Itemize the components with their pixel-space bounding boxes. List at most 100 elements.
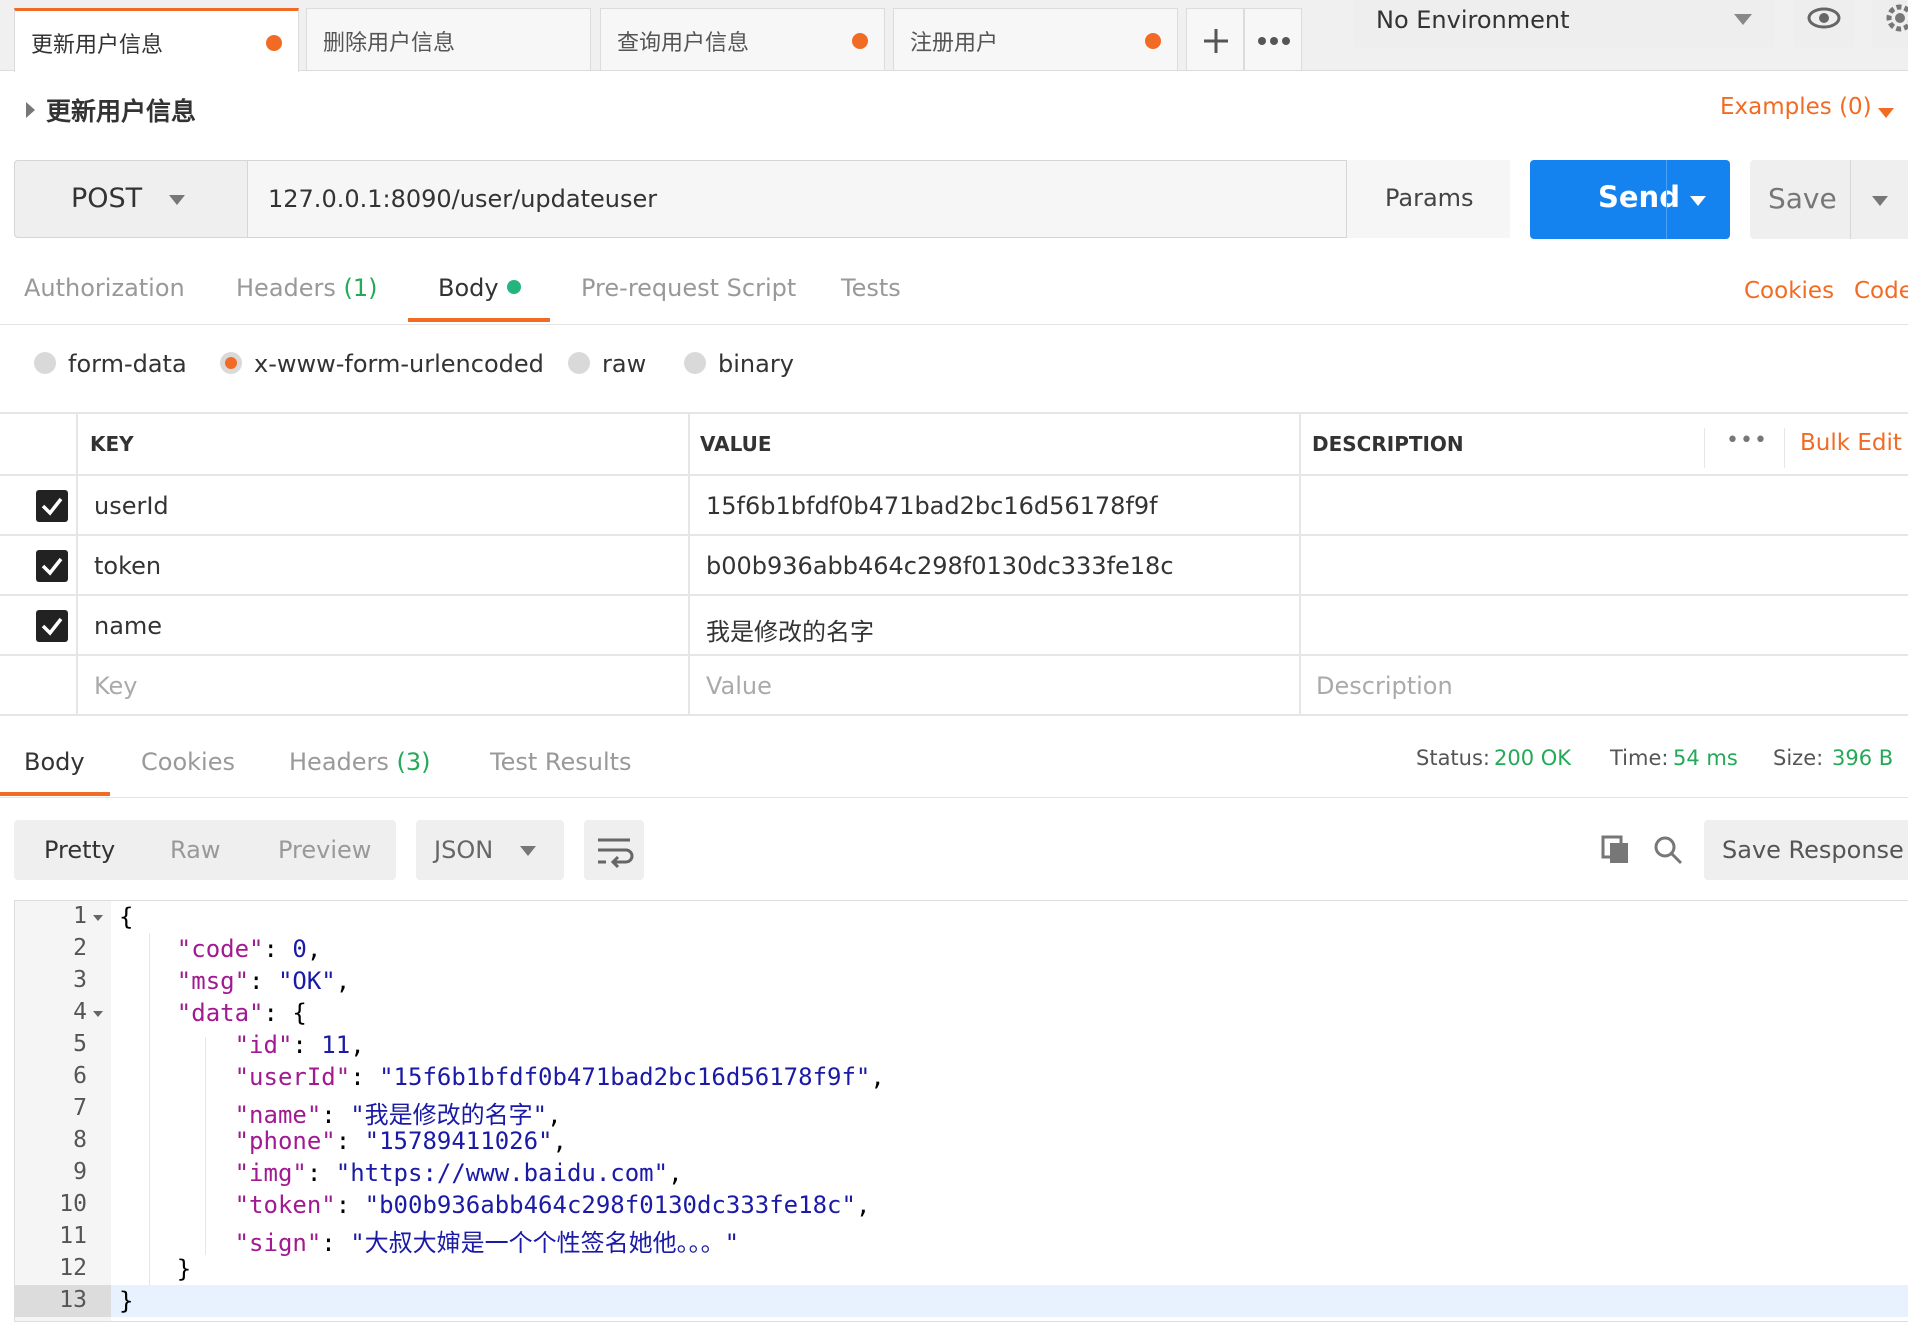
code-line: "code": 0, bbox=[176, 935, 322, 963]
code-line: "msg": "OK", bbox=[176, 967, 351, 995]
eye-icon bbox=[1807, 7, 1841, 29]
status-label: Status: bbox=[1416, 746, 1490, 770]
new-description-input[interactable]: Description bbox=[1316, 672, 1453, 700]
response-tab-body[interactable]: Body bbox=[24, 748, 85, 776]
chevron-down-icon[interactable] bbox=[1872, 196, 1888, 206]
chevron-down-icon[interactable] bbox=[1878, 108, 1894, 118]
fold-arrow-icon[interactable] bbox=[93, 915, 103, 921]
response-tab-cookies[interactable]: Cookies bbox=[141, 748, 235, 776]
json-value: "15f6b1bfdf0b471bad2bc16d56178f9f" bbox=[379, 1063, 871, 1091]
param-key-cell[interactable]: userId bbox=[94, 492, 169, 520]
tab-headers[interactable]: Headers (1) bbox=[236, 274, 378, 302]
view-preview-button[interactable]: Preview bbox=[278, 836, 371, 864]
param-key-cell[interactable]: token bbox=[94, 552, 161, 580]
fold-arrow-icon[interactable] bbox=[93, 1011, 103, 1017]
url-input[interactable] bbox=[248, 161, 1346, 237]
row-enabled-checkbox[interactable] bbox=[36, 610, 68, 642]
manage-environments-button[interactable] bbox=[1872, 0, 1908, 48]
json-key: "name" bbox=[234, 1101, 322, 1129]
headers-count: (1) bbox=[343, 274, 378, 302]
line-number: 3 bbox=[73, 967, 87, 993]
table-options-button[interactable]: ••• bbox=[1726, 428, 1768, 453]
view-raw-button[interactable]: Raw bbox=[170, 836, 220, 864]
code-line: "id": 11, bbox=[234, 1031, 365, 1059]
cookies-link[interactable]: Cookies bbox=[1744, 278, 1834, 304]
unsaved-dot-icon bbox=[852, 33, 868, 49]
row-enabled-checkbox[interactable] bbox=[36, 490, 68, 522]
table-border bbox=[688, 412, 690, 716]
request-tab-delete-user[interactable]: 删除用户信息 bbox=[306, 8, 591, 70]
environment-quick-look-button[interactable] bbox=[1794, 0, 1854, 48]
line-number: 10 bbox=[59, 1191, 87, 1217]
copy-icon[interactable] bbox=[1600, 834, 1632, 870]
method-label: POST bbox=[71, 183, 143, 214]
line-number: 1 bbox=[73, 903, 87, 929]
row-enabled-checkbox[interactable] bbox=[36, 550, 68, 582]
param-value-cell[interactable]: b00b936abb464c298f0130dc333fe18c bbox=[706, 552, 1174, 580]
request-tab-update-user[interactable]: 更新用户信息 bbox=[14, 8, 299, 72]
code-line: } bbox=[176, 1255, 192, 1283]
format-select[interactable]: JSON bbox=[416, 820, 564, 880]
param-value-cell[interactable]: 我是修改的名字 bbox=[706, 612, 874, 647]
new-value-input[interactable]: Value bbox=[706, 672, 772, 700]
response-body-viewer[interactable]: 1 2 3 4 5 6 7 8 9 10 11 12 13 { "code": … bbox=[14, 900, 1908, 1322]
param-key-cell[interactable]: name bbox=[94, 612, 162, 640]
save-response-button[interactable]: Save Response bbox=[1704, 820, 1908, 880]
request-name: 更新用户信息 bbox=[46, 97, 197, 126]
request-tab-query-user[interactable]: 查询用户信息 bbox=[600, 8, 885, 70]
search-icon[interactable] bbox=[1652, 834, 1684, 870]
wrap-lines-button[interactable] bbox=[584, 820, 644, 880]
table-border bbox=[0, 534, 1908, 536]
chevron-down-icon[interactable] bbox=[1690, 196, 1706, 206]
code-line: { bbox=[119, 903, 134, 931]
method-select[interactable]: POST bbox=[14, 160, 248, 238]
size-value[interactable]: 396 B bbox=[1832, 746, 1893, 770]
table-border bbox=[0, 412, 1908, 414]
table-border bbox=[0, 654, 1908, 656]
tab-body[interactable]: Body bbox=[438, 274, 521, 302]
new-tab-button[interactable] bbox=[1186, 8, 1244, 70]
view-pretty-button[interactable]: Pretty bbox=[44, 836, 115, 864]
send-button[interactable]: Send bbox=[1530, 160, 1730, 239]
save-button[interactable]: Save bbox=[1750, 160, 1908, 239]
tab-authorization[interactable]: Authorization bbox=[24, 274, 185, 302]
code-line: "sign": "大叔大婶是一个个性签名她他。。。" bbox=[234, 1229, 740, 1257]
tab-options-button[interactable] bbox=[1244, 8, 1302, 70]
json-key: "data" bbox=[176, 999, 264, 1027]
bulk-edit-link[interactable]: Bulk Edit bbox=[1800, 430, 1902, 456]
environment-label: No Environment bbox=[1376, 6, 1570, 34]
checkmark-icon bbox=[41, 617, 63, 636]
code-link[interactable]: Code bbox=[1854, 278, 1908, 304]
json-key: "id" bbox=[234, 1031, 293, 1059]
params-button[interactable]: Params bbox=[1346, 160, 1510, 238]
code-line: "token": "b00b936abb464c298f0130dc333fe1… bbox=[234, 1191, 871, 1219]
wrap-lines-icon bbox=[598, 838, 634, 869]
status-value[interactable]: 200 OK bbox=[1494, 746, 1571, 770]
column-header-description: DESCRIPTION bbox=[1312, 432, 1464, 456]
examples-dropdown[interactable]: Examples (0) bbox=[1720, 94, 1872, 120]
radio-label: form-data bbox=[68, 350, 187, 378]
response-tab-headers[interactable]: Headers (3) bbox=[289, 748, 431, 776]
line-number: 2 bbox=[73, 935, 87, 961]
time-value[interactable]: 54 ms bbox=[1673, 746, 1738, 770]
plus-icon bbox=[1204, 29, 1228, 53]
tab-label: 删除用户信息 bbox=[323, 31, 456, 56]
line-number: 11 bbox=[59, 1223, 87, 1249]
params-label: Params bbox=[1385, 184, 1474, 212]
radio-icon bbox=[568, 352, 590, 374]
param-value-cell[interactable]: 15f6b1bfdf0b471bad2bc16d56178f9f bbox=[706, 492, 1158, 520]
json-value: "大叔大婶是一个个性签名她他。。。" bbox=[350, 1229, 740, 1257]
tab-pre-request-script[interactable]: Pre-request Script bbox=[581, 274, 796, 302]
tab-label: 更新用户信息 bbox=[31, 33, 164, 58]
radio-icon bbox=[684, 352, 706, 374]
expand-triangle-icon[interactable] bbox=[26, 102, 35, 118]
code-line: "userId": "15f6b1bfdf0b471bad2bc16d56178… bbox=[234, 1063, 885, 1091]
save-label: Save bbox=[1768, 182, 1837, 215]
save-response-label: Save Response bbox=[1722, 836, 1904, 864]
request-tab-register-user[interactable]: 注册用户 bbox=[893, 8, 1178, 70]
new-key-input[interactable]: Key bbox=[94, 672, 138, 700]
environment-select[interactable]: No Environment bbox=[1354, 0, 1774, 48]
tab-tests[interactable]: Tests bbox=[841, 274, 901, 302]
response-tab-test-results[interactable]: Test Results bbox=[490, 748, 632, 776]
json-key: "phone" bbox=[234, 1127, 336, 1155]
